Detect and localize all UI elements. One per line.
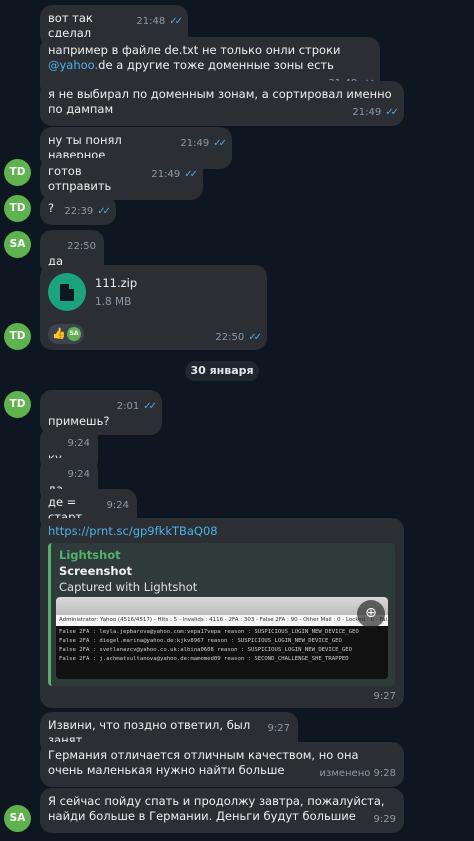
console-line: False 2FA : diegel.marina@yahoo.de:kjkv8… (59, 638, 342, 644)
message-time: 21:49 (151, 169, 181, 180)
file-icon[interactable] (48, 273, 86, 311)
message-text: Германия отличается отличным качеством, … (48, 748, 359, 777)
message-link[interactable]: https://prnt.sc/gp9fkkTBaQ08 (48, 524, 218, 539)
message-meta: 9:27 (268, 721, 290, 736)
message-meta: 21:49 ✓✓ (352, 105, 399, 120)
message-time: изменено 9:28 (319, 768, 397, 779)
read-ticks-icon: ✓✓ (213, 138, 227, 149)
console-line: False 2FA : j.achmatsultanova@yahoo.de:m… (59, 656, 349, 662)
message-time: 21:49 (180, 138, 210, 149)
avatar[interactable]: TD (4, 195, 31, 222)
avatar[interactable]: TD (4, 391, 31, 418)
message-text: я не выбирал по доменным зонам, а сортир… (48, 87, 392, 116)
screenshot-status-bar: Administrator: Yahoo (4516/4517) - Hits … (56, 615, 388, 626)
console-line: False 2FA : svetlanazcv@yahoo.co.uk:albi… (59, 647, 352, 653)
message-time: 9:24 (67, 469, 90, 480)
reaction-avatar: SA (67, 327, 81, 341)
message-meta: 9:24 (68, 467, 90, 482)
message-meta: 22:50 (67, 239, 96, 254)
file-name[interactable]: 111.zip (95, 276, 137, 291)
read-ticks-icon: ✓✓ (97, 206, 111, 217)
mention-link[interactable]: @yahoo. (48, 58, 98, 72)
read-ticks-icon: ✓✓ (169, 16, 183, 27)
read-ticks-icon: ✓✓ (385, 107, 399, 118)
message-text: Я сейчас пойду спать и продолжу завтра, … (48, 794, 385, 823)
message-meta: 9:24 (68, 436, 90, 451)
avatar[interactable]: TD (4, 323, 31, 350)
read-ticks-icon: ✓✓ (143, 401, 157, 412)
message-time: 9:24 (67, 438, 90, 449)
message-time: 21:49 (352, 107, 382, 118)
thumbs-up-icon: 👍 (52, 327, 66, 340)
screenshot-console: False 2FA : leyla.jepbarova@yahoo.com:ve… (56, 626, 388, 679)
message-bubble[interactable]: 21:49 ✓✓ готов отправить (40, 158, 203, 200)
message-time: 22:50 (67, 241, 96, 252)
message-bubble[interactable]: 22:39 ✓✓ ? (40, 195, 116, 225)
message-meta: 9:27 (374, 689, 396, 704)
screenshot-titlebar (56, 597, 388, 615)
message-time: 22:50 (215, 332, 245, 343)
read-ticks-icon: ✓✓ (184, 169, 198, 180)
message-time: 9:24 (106, 500, 129, 511)
message-text-part: de а другие тоже доменные зоны есть (98, 58, 334, 72)
message-time: 21:48 (136, 16, 166, 27)
preview-site-name: Lightshot (59, 548, 121, 562)
preview-title: Screenshot (59, 564, 132, 578)
document-icon (60, 284, 74, 301)
reaction-chip[interactable]: 👍 SA (48, 324, 84, 344)
message-time: 22:39 (64, 206, 94, 217)
avatar[interactable]: TD (4, 159, 31, 186)
console-line: False 2FA : leyla.jepbarova@yahoo.com:ve… (59, 629, 359, 635)
file-size: 1.8 MB (95, 296, 132, 308)
file-message-bubble[interactable]: 111.zip 1.8 MB 👍 SA 22:50 ✓✓ (40, 265, 267, 350)
avatar[interactable]: SA (4, 231, 31, 258)
message-meta: 21:49 ✓✓ (151, 167, 198, 182)
message-meta: 21:49 ✓✓ (180, 136, 227, 151)
message-meta: 2:01 ✓✓ (116, 399, 157, 414)
message-text-part: например в файле de.txt не только онли с… (48, 43, 341, 57)
message-bubble[interactable]: Я сейчас пойду спать и продолжу завтра, … (40, 788, 404, 833)
message-text: примешь? (48, 414, 110, 428)
message-meta: изменено 9:28 (320, 766, 397, 781)
message-time: 9:29 (373, 814, 396, 825)
message-text: готов отправить (48, 164, 112, 193)
link-message-bubble[interactable]: https://prnt.sc/gp9fkkTBaQ08 Lightshot S… (40, 518, 404, 708)
read-ticks-icon: ✓✓ (248, 332, 262, 343)
message-bubble[interactable]: Германия отличается отличным качеством, … (40, 742, 404, 787)
message-time: 9:27 (267, 723, 290, 734)
preview-description: Captured with Lightshot (59, 580, 198, 594)
message-text: ? (48, 201, 55, 215)
message-time: 9:27 (373, 691, 396, 702)
message-text: вот так сделал (48, 11, 93, 40)
link-preview[interactable]: Lightshot Screenshot Captured with Light… (48, 543, 395, 686)
avatar[interactable]: SA (4, 805, 31, 832)
message-meta: 9:29 (374, 812, 396, 827)
message-meta: 21:48✓✓ (136, 14, 183, 29)
message-meta: 22:39 ✓✓ (64, 204, 111, 219)
message-time: 2:01 (116, 401, 140, 412)
message-meta: 22:50 ✓✓ (215, 330, 262, 345)
message-meta: 9:24 (107, 498, 129, 513)
date-separator: 30 января (185, 361, 259, 381)
zoom-in-icon[interactable]: ⊕ (357, 600, 385, 628)
message-bubble[interactable]: я не выбирал по доменным зонам, а сортир… (40, 81, 404, 126)
preview-image[interactable]: Administrator: Yahoo (4516/4517) - Hits … (56, 597, 388, 679)
